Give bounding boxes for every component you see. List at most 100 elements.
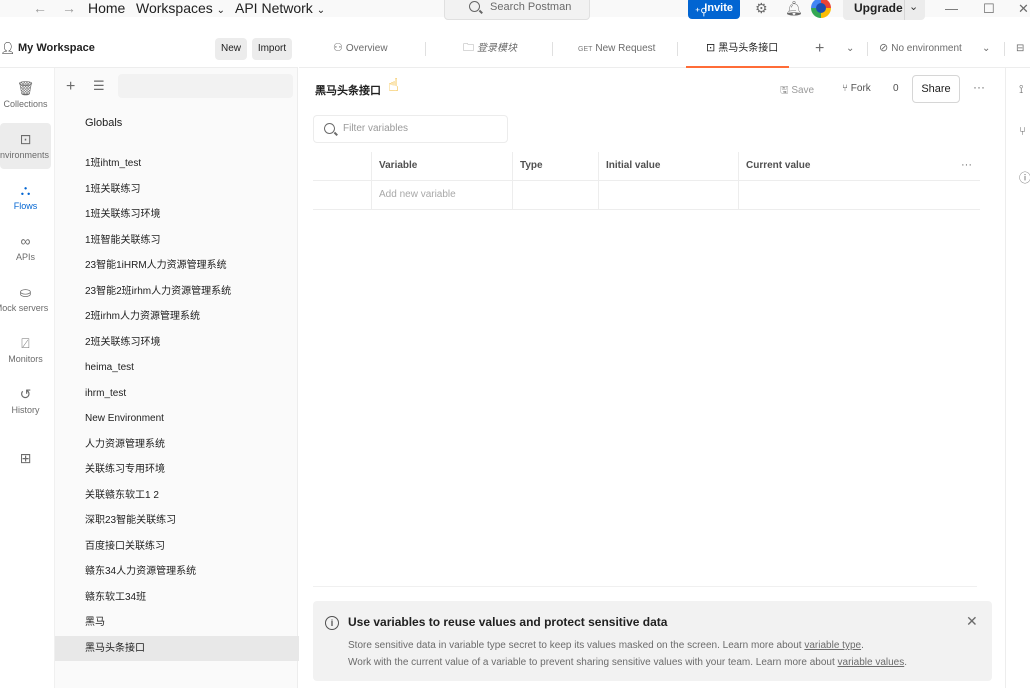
column-header-variable: Variable <box>371 152 512 181</box>
environment-list-item[interactable]: 深职23智能关联练习 <box>55 508 299 533</box>
more-options-icon[interactable]: ··· <box>973 80 985 94</box>
rail-label: Monitors <box>8 354 43 364</box>
import-button[interactable]: Import <box>252 38 292 60</box>
environment-selector[interactable]: ⊘ No environment <box>879 30 962 68</box>
minimize-icon[interactable]: — <box>945 0 958 17</box>
tab-label: New Request <box>595 43 656 54</box>
maximize-icon[interactable]: ☐ <box>983 0 995 17</box>
tab-folder[interactable]: 🗀 登录模块 <box>463 30 517 68</box>
sidebar-search-input[interactable] <box>118 74 293 98</box>
environment-list-item[interactable]: 百度接口关联练习 <box>55 534 299 559</box>
environment-list-item[interactable]: 关联赣东软工1 2 <box>55 483 299 508</box>
tab-divider <box>552 42 553 56</box>
environment-list-item[interactable]: 赣东软工34班 <box>55 585 299 610</box>
table-options-icon[interactable]: ··· <box>961 152 972 178</box>
filter-variables-input[interactable]: Filter variables <box>313 115 508 143</box>
globals-item[interactable]: Globals <box>85 117 122 129</box>
avatar[interactable] <box>811 0 831 18</box>
invite-button[interactable]: ⁺⚲ Invite <box>688 0 740 19</box>
environment-list-item[interactable]: New Environment <box>55 406 299 431</box>
environment-chevron-down-icon[interactable]: ⌄ <box>982 30 990 68</box>
rail-item-apis[interactable]: ∞ APIs <box>0 225 51 271</box>
rail-item-mock-servers[interactable]: ⛀ Mock servers <box>0 276 51 322</box>
notifications-bell-icon[interactable]: 🔔︎ <box>785 0 803 17</box>
banner-line-1: Store sensitive data in variable type se… <box>348 640 864 651</box>
get-method-badge: GET <box>578 46 593 53</box>
environment-list-item[interactable]: 黑马 <box>55 610 299 635</box>
close-window-icon[interactable]: ✕ <box>1018 0 1029 17</box>
rail-item-collections[interactable]: 🗑︎ Collections <box>0 72 51 118</box>
fork-count: 0 <box>893 83 899 94</box>
table-header-row: Variable Type Initial value Current valu… <box>313 152 980 181</box>
invite-label: Invite <box>704 2 733 14</box>
column-header-current-value: Current value <box>738 152 980 181</box>
rail-item-flows[interactable]: ⛬ Flows <box>0 174 51 220</box>
environment-list-item[interactable]: 2班关联练习环境 <box>55 330 299 355</box>
rail-item-environments[interactable]: ⊡ Environments <box>0 123 51 169</box>
forward-arrow-icon[interactable]: → <box>62 0 76 17</box>
environment-list-item[interactable]: 赣东34人力资源管理系统 <box>55 559 299 584</box>
environment-list-item[interactable]: 1班智能关联练习 <box>55 228 299 253</box>
environment-list-item[interactable]: 23智能2班irhm人力资源管理系统 <box>55 279 299 304</box>
environment-list-item[interactable]: 23智能1iHRM人力资源管理系统 <box>55 253 299 278</box>
environment-list-item[interactable]: 1班关联练习 <box>55 177 299 202</box>
environment-list-item[interactable]: 关联练习专用环境 <box>55 457 299 482</box>
close-icon[interactable]: ✕ <box>966 613 978 630</box>
fork-info-icon[interactable]: ⑂ <box>1019 124 1026 138</box>
add-environment-icon[interactable]: + <box>66 78 75 96</box>
environment-list-item[interactable]: heima_test <box>55 355 299 380</box>
variable-values-link[interactable]: variable values <box>838 657 905 668</box>
flows-icon: ⛬ <box>20 182 31 198</box>
share-button[interactable]: Share <box>912 75 960 103</box>
nav-workspaces[interactable]: Workspaces ⌄ <box>136 0 225 19</box>
fork-button[interactable]: ⑂ Fork <box>842 83 871 94</box>
environment-list-item[interactable]: 黑马头条接口 <box>55 635 299 661</box>
settings-gear-icon[interactable]: ⚙ <box>755 0 768 17</box>
environment-list-item[interactable]: 人力资源管理系统 <box>55 432 299 457</box>
folder-icon: 🗀 <box>463 42 474 54</box>
rail-item-history[interactable]: ↺ History <box>0 378 51 424</box>
environment-list-item[interactable]: ihrm_test <box>55 381 299 406</box>
nav-home[interactable]: Home <box>88 0 125 17</box>
initial-value-cell[interactable] <box>598 181 739 210</box>
tab-overview[interactable]: ⚇ Overview <box>333 30 388 68</box>
add-new-variable-input[interactable]: Add new variable <box>371 181 512 210</box>
tab-new-request[interactable]: GET New Request <box>578 30 655 68</box>
save-label: Save <box>791 85 815 96</box>
environment-list-item[interactable]: 1班关联练习环境 <box>55 202 299 227</box>
documentation-icon[interactable]: ⟟ <box>1019 82 1023 97</box>
search-input[interactable]: Search Postman <box>444 0 590 20</box>
save-button[interactable]: 🖫︎ Save <box>780 83 814 100</box>
environment-quick-look-icon[interactable]: ⊟ <box>1016 30 1024 68</box>
rail-label: Environments <box>0 150 50 160</box>
rail-label: History <box>11 405 40 415</box>
banner-line-1-text: Store sensitive data in variable type se… <box>348 640 805 651</box>
upgrade-button[interactable]: Upgrade ⌄ <box>843 0 925 20</box>
back-arrow-icon[interactable]: ← <box>33 0 47 17</box>
variables-table: Variable Type Initial value Current valu… <box>313 152 980 211</box>
info-icon[interactable]: ⓘ <box>1019 169 1030 186</box>
new-button[interactable]: New <box>215 38 247 60</box>
variable-type-link[interactable]: variable type <box>804 640 861 651</box>
current-value-cell[interactable] <box>738 181 980 210</box>
rail-item-monitors[interactable]: ⍁ Monitors <box>0 327 51 373</box>
rail-label: Flows <box>13 201 38 211</box>
banner-line-1-end: . <box>861 640 864 651</box>
tabs-chevron-down-icon[interactable]: ⌄ <box>846 30 854 68</box>
workspace-header: 👤︎ My Workspace New Import <box>0 30 298 68</box>
rail-item-configure[interactable]: ⊞ <box>0 442 51 488</box>
tab-current-environment[interactable]: ⊡ 黑马头条接口 <box>686 30 789 68</box>
top-bar: ← → Home Workspaces ⌄ API Network ⌄ Sear… <box>0 0 1030 20</box>
chevron-down-icon[interactable]: ⌄ <box>909 0 918 13</box>
nav-api-network[interactable]: API Network ⌄ <box>235 0 325 19</box>
page-title[interactable]: 黑马头条接口 <box>315 82 381 98</box>
new-tab-plus-icon[interactable]: + <box>815 30 824 68</box>
tab-divider <box>1004 42 1005 56</box>
filter-lines-icon[interactable]: ☰ <box>93 78 105 94</box>
column-header-type: Type <box>512 152 598 181</box>
type-cell[interactable] <box>512 181 598 210</box>
workspace-name[interactable]: My Workspace <box>18 42 95 54</box>
tab-divider <box>677 42 678 56</box>
environment-list-item[interactable]: 1班ihtm_test <box>55 151 299 176</box>
environment-list-item[interactable]: 2班irhm人力资源管理系统 <box>55 304 299 329</box>
